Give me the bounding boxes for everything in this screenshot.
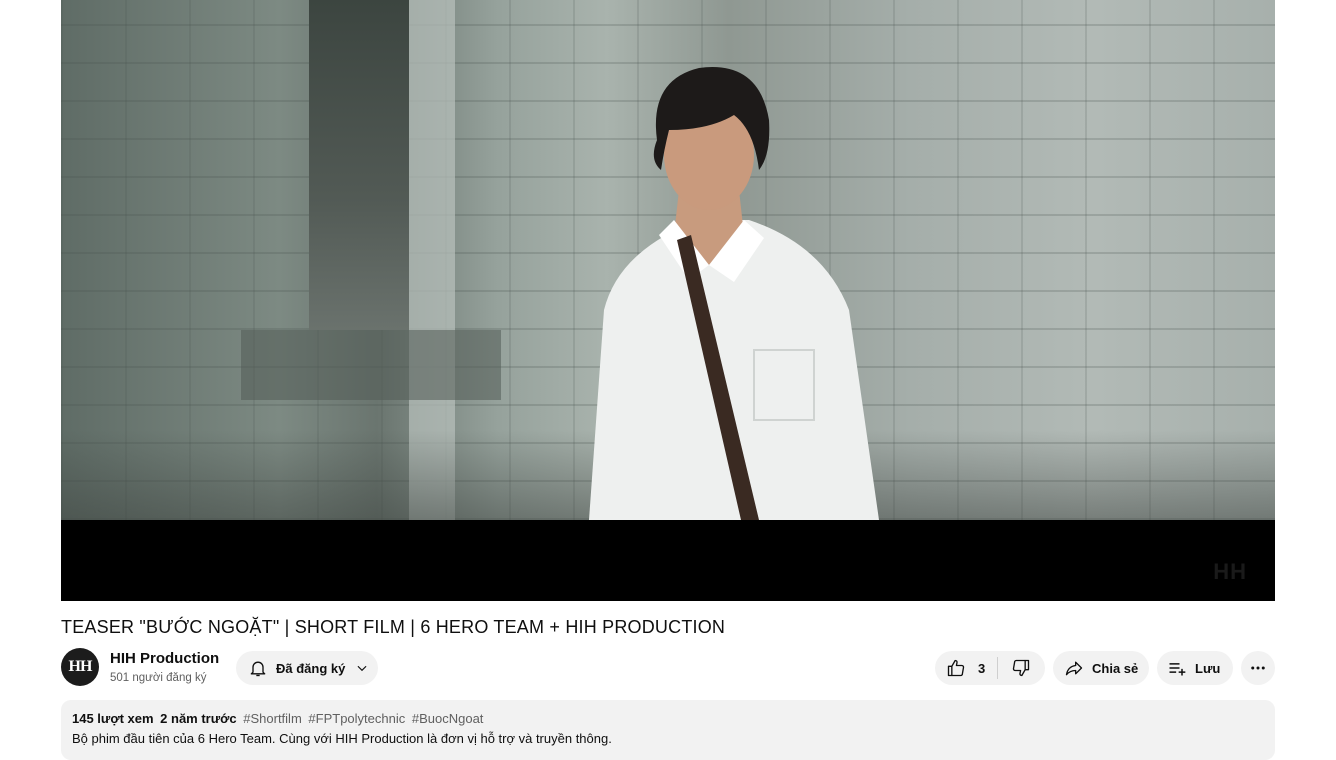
- hashtag-link[interactable]: #FPTpolytechnic: [308, 711, 405, 726]
- description-meta: 145 lượt xem 2 năm trước #Shortfilm #FPT…: [72, 711, 1264, 726]
- subscriber-count: 501 người đăng ký: [110, 672, 207, 684]
- thumbs-up-icon: [946, 658, 966, 678]
- upload-age: 2 năm trước: [160, 711, 237, 726]
- channel-avatar[interactable]: HH: [61, 648, 99, 686]
- like-dislike-group: 3: [935, 651, 1045, 685]
- channel-watermark: HH: [1213, 559, 1247, 584]
- share-button[interactable]: Chia sẻ: [1053, 651, 1149, 685]
- video-title: TEASER "BƯỚC NGOẶT" | SHORT FILM | 6 HER…: [61, 617, 726, 637]
- wall-ledge: [241, 330, 501, 400]
- save-button[interactable]: Lưu: [1157, 651, 1233, 685]
- avatar-logo-text: HH: [68, 658, 93, 675]
- like-count: 3: [978, 660, 986, 676]
- save-label: Lưu: [1195, 660, 1221, 676]
- hashtag-link[interactable]: #Shortfilm: [243, 711, 302, 726]
- subscribed-button[interactable]: Đã đăng ký: [236, 651, 378, 685]
- thumbs-down-icon: [1011, 658, 1031, 678]
- chevron-down-icon: [355, 661, 369, 675]
- wall-window: [309, 0, 409, 330]
- share-icon: [1064, 658, 1084, 678]
- more-actions-button[interactable]: [1241, 651, 1275, 685]
- view-count: 145 lượt xem: [72, 711, 154, 726]
- video-frame: [61, 0, 1275, 520]
- like-button[interactable]: 3: [935, 651, 997, 685]
- playlist-add-icon: [1167, 658, 1187, 678]
- subscribed-label: Đã đăng ký: [276, 660, 346, 676]
- actor-figure: [589, 67, 879, 520]
- bell-icon: [248, 658, 268, 678]
- video-player[interactable]: HH: [61, 0, 1275, 601]
- channel-name[interactable]: HIH Production: [110, 650, 219, 667]
- hashtag-link[interactable]: #BuocNgoat: [412, 711, 484, 726]
- more-icon: [1249, 659, 1267, 677]
- share-label: Chia sẻ: [1092, 660, 1139, 676]
- description-box[interactable]: 145 lượt xem 2 năm trước #Shortfilm #FPT…: [61, 700, 1275, 760]
- description-text: Bộ phim đầu tiên của 6 Hero Team. Cùng v…: [72, 731, 612, 746]
- dislike-button[interactable]: [998, 651, 1044, 685]
